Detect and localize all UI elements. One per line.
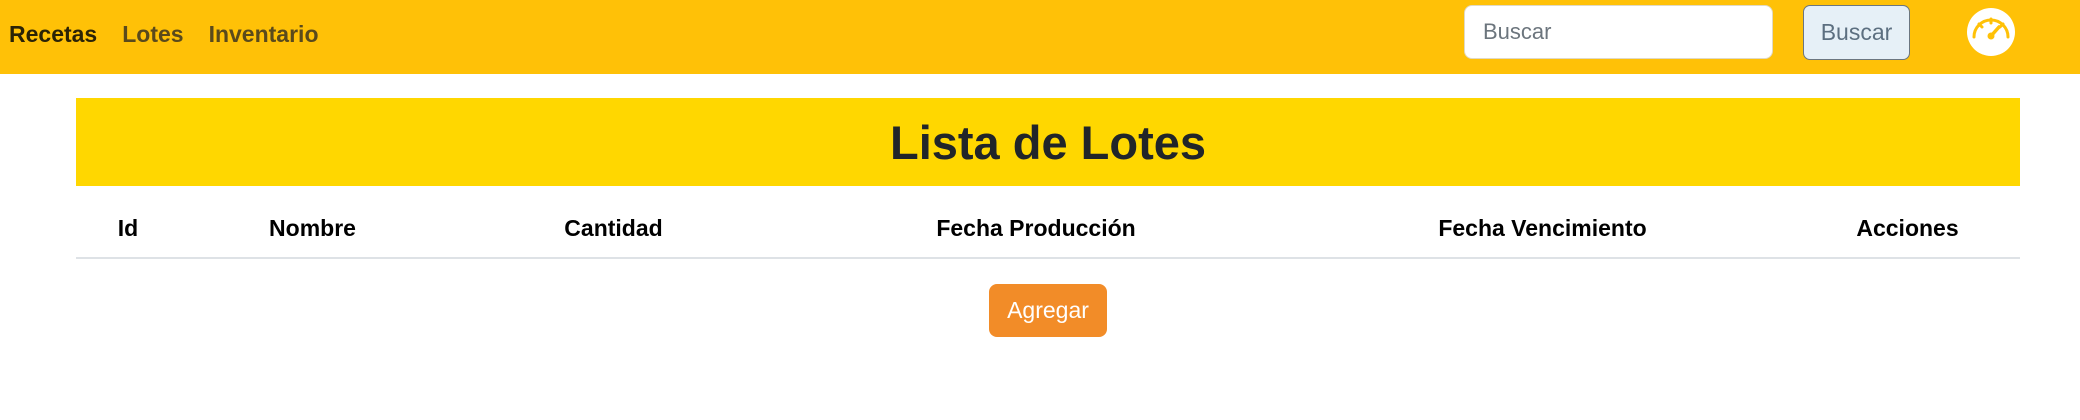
nav-link-inventario[interactable]: Inventario xyxy=(209,21,319,48)
column-header-acciones: Acciones xyxy=(1795,200,2020,259)
table-header-row: Id Nombre Cantidad Fecha Producción Fech… xyxy=(76,200,2020,259)
column-header-fecha-vencimiento: Fecha Vencimiento xyxy=(1290,200,1795,259)
column-header-fecha-produccion: Fecha Producción xyxy=(782,200,1290,259)
title-banner: Lista de Lotes xyxy=(76,98,2020,186)
search-button[interactable]: Buscar xyxy=(1803,5,1910,60)
column-header-id: Id xyxy=(76,200,180,259)
column-header-nombre: Nombre xyxy=(180,200,445,259)
add-button[interactable]: Agregar xyxy=(989,284,1107,337)
nav-link-lotes[interactable]: Lotes xyxy=(122,21,183,48)
nav-link-recetas[interactable]: Recetas xyxy=(9,21,97,48)
nav-links: Recetas Lotes Inventario xyxy=(9,0,344,68)
column-header-cantidad: Cantidad xyxy=(445,200,782,259)
lotes-table: Id Nombre Cantidad Fecha Producción Fech… xyxy=(76,200,2020,259)
search-input[interactable] xyxy=(1464,5,1773,59)
gauge-icon[interactable] xyxy=(1966,7,2016,57)
page-title: Lista de Lotes xyxy=(889,115,1206,169)
top-navbar: Recetas Lotes Inventario Buscar xyxy=(0,0,2080,74)
